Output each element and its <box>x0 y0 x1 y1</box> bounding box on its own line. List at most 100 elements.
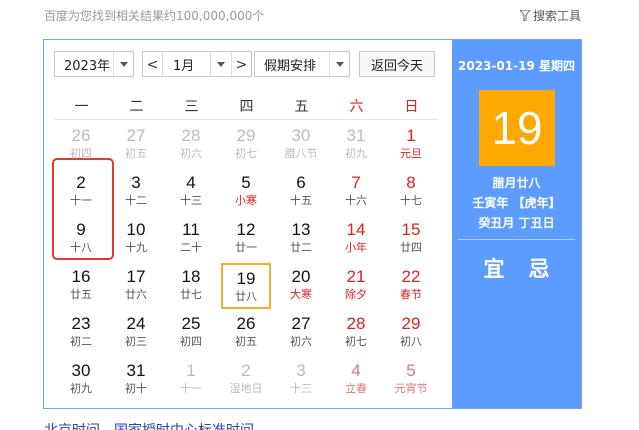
lunar-date: 春节 <box>400 288 422 301</box>
day-cell[interactable]: 6 十五 <box>276 169 326 215</box>
day-cell[interactable]: 18 廿七 <box>166 263 216 309</box>
day-cell[interactable]: 15 廿四 <box>386 216 436 262</box>
day-cell[interactable]: 14 小年 <box>331 216 381 262</box>
day-cell[interactable]: 3 十三 <box>276 357 326 403</box>
month-dropdown-arrow[interactable] <box>210 52 230 76</box>
lunar-date: 初四 <box>70 147 92 160</box>
lunar-date: 初九 <box>345 147 367 160</box>
day-cell[interactable]: 29 初八 <box>386 310 436 356</box>
year-dropdown-arrow[interactable] <box>113 52 133 76</box>
time-link[interactable]: 北京时间 - 国家授时中心标准时间 <box>44 420 254 430</box>
day-number: 10 <box>126 220 146 239</box>
day-number: 9 <box>76 220 86 239</box>
day-cell[interactable]: 26 初四 <box>56 122 106 168</box>
day-cell[interactable]: 22 春节 <box>386 263 436 309</box>
day-number: 2 <box>76 173 86 192</box>
day-cell[interactable]: 23 初二 <box>56 310 106 356</box>
lunar-date: 初九 <box>70 382 92 395</box>
day-cell[interactable]: 16 廿五 <box>56 263 106 309</box>
month-select-group: < 1月 > <box>142 51 252 78</box>
lunar-date: 初七 <box>235 147 257 160</box>
day-cell[interactable]: 9 十八 <box>56 216 106 262</box>
lunar-date: 十六 <box>345 194 367 207</box>
day-cell[interactable]: 7 十六 <box>331 169 381 215</box>
day-number: 12 <box>236 220 256 239</box>
day-cell[interactable]: 30 腊八节 <box>276 122 326 168</box>
day-cell[interactable]: 1 元旦 <box>386 122 436 168</box>
day-cell[interactable]: 31 初九 <box>331 122 381 168</box>
ji-label[interactable]: 忌 <box>529 253 550 283</box>
day-cell[interactable]: 10 十九 <box>111 216 161 262</box>
day-cell[interactable]: 3 十二 <box>111 169 161 215</box>
lunar-date: 十五 <box>290 194 312 207</box>
prev-month-button[interactable]: < <box>143 52 163 78</box>
day-number: 27 <box>126 126 146 145</box>
lunar-date: 廿八 <box>235 290 257 303</box>
calendar-widget: 2023年 < 1月 > 假期安排 返回今天 一 二 三 四 五 六 日 26 … <box>43 39 582 409</box>
weekday-header: 一 二 三 四 五 六 日 <box>54 96 438 116</box>
day-cell[interactable]: 1 十一 <box>166 357 216 403</box>
day-cell[interactable]: 17 廿六 <box>111 263 161 309</box>
lunar-date: 十九 <box>125 241 147 254</box>
day-cell[interactable]: 20 大寒 <box>276 263 326 309</box>
day-cell[interactable]: 28 初七 <box>331 310 381 356</box>
day-cell[interactable]: 5 元宵节 <box>386 357 436 403</box>
lunar-date: 廿五 <box>70 288 92 301</box>
day-cell[interactable]: 21 除夕 <box>331 263 381 309</box>
day-number: 3 <box>131 173 141 192</box>
yi-label[interactable]: 宜 <box>484 253 505 283</box>
day-cell[interactable]: 27 初六 <box>276 310 326 356</box>
back-to-today-button[interactable]: 返回今天 <box>359 51 435 77</box>
day-cell[interactable]: 28 初六 <box>166 122 216 168</box>
day-cell[interactable]: 12 廿一 <box>221 216 271 262</box>
lunar-date: 初六 <box>290 335 312 348</box>
day-number: 30 <box>291 126 311 145</box>
detail-ganzhi-month-day: 癸丑月 丁丑日 <box>478 216 555 230</box>
lunar-date: 初六 <box>180 147 202 160</box>
day-cell[interactable]: 8 十七 <box>386 169 436 215</box>
search-tools-button[interactable]: 搜索工具 <box>520 7 581 24</box>
day-cell-today[interactable]: 19 廿八 <box>221 263 271 309</box>
day-cell[interactable]: 29 初七 <box>221 122 271 168</box>
day-cell[interactable]: 2 十一 <box>56 169 106 215</box>
day-cell[interactable]: 4 立春 <box>331 357 381 403</box>
day-number: 1 <box>406 126 416 145</box>
lunar-date: 十三 <box>180 194 202 207</box>
day-number: 28 <box>346 314 366 333</box>
result-count: 百度为您找到相关结果约100,000,000个 <box>44 9 265 23</box>
next-month-button[interactable]: > <box>231 52 251 78</box>
day-cell[interactable]: 30 初九 <box>56 357 106 403</box>
lunar-date: 除夕 <box>345 288 367 301</box>
day-number: 26 <box>236 314 256 333</box>
lunar-date: 初五 <box>125 147 147 160</box>
lunar-date: 小寒 <box>235 194 257 207</box>
lunar-date: 廿六 <box>125 288 147 301</box>
day-cell[interactable]: 11 二十 <box>166 216 216 262</box>
lunar-date: 元宵节 <box>394 382 428 395</box>
day-number: 28 <box>181 126 201 145</box>
holiday-dropdown-arrow[interactable] <box>329 52 349 76</box>
day-cell[interactable]: 25 初四 <box>166 310 216 356</box>
day-number: 5 <box>406 361 416 380</box>
year-select[interactable]: 2023年 <box>54 51 134 77</box>
holiday-select[interactable]: 假期安排 <box>254 51 350 77</box>
day-cell[interactable]: 2 湿地日 <box>221 357 271 403</box>
day-cell[interactable]: 31 初十 <box>111 357 161 403</box>
day-number: 14 <box>346 220 366 239</box>
detail-divider <box>458 239 575 240</box>
day-cell[interactable]: 5 小寒 <box>221 169 271 215</box>
day-cell[interactable]: 26 初五 <box>221 310 271 356</box>
day-number: 31 <box>126 361 146 380</box>
day-cell[interactable]: 4 十三 <box>166 169 216 215</box>
lunar-date: 初十 <box>125 382 147 395</box>
weekday-mon: 一 <box>74 99 89 115</box>
day-cell[interactable]: 13 廿二 <box>276 216 326 262</box>
day-cell[interactable]: 27 初五 <box>111 122 161 168</box>
year-select-value: 2023年 <box>64 58 111 74</box>
day-cell[interactable]: 24 初三 <box>111 310 161 356</box>
lunar-date: 立春 <box>345 382 367 395</box>
lunar-date: 二十 <box>180 241 202 254</box>
month-select-value[interactable]: 1月 <box>163 55 194 74</box>
day-number: 20 <box>291 267 311 286</box>
search-tools-label: 搜索工具 <box>533 9 582 23</box>
